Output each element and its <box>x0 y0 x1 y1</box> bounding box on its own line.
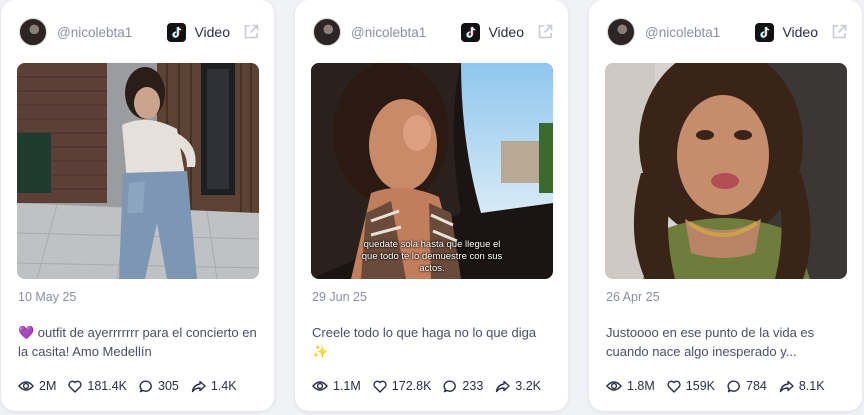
stats-row: 2M 181.4K 305 1.4K <box>18 377 249 395</box>
video-thumbnail[interactable] <box>605 63 847 279</box>
stats-row: 1.8M 159K 784 8.1K <box>606 377 837 395</box>
account-handle[interactable]: @nicolebta1 <box>645 25 755 40</box>
comment-icon <box>727 379 740 392</box>
card-header: @nicolebta1 Video <box>19 16 260 48</box>
avatar[interactable] <box>607 18 635 46</box>
heart-icon <box>373 380 387 393</box>
likes-stat: 172.8K <box>373 379 432 393</box>
views-stat: 2M <box>18 379 56 393</box>
share-icon <box>496 380 510 392</box>
comments-count: 233 <box>462 379 484 393</box>
comments-stat: 305 <box>139 379 179 393</box>
eye-icon <box>312 381 328 391</box>
avatar[interactable] <box>19 18 47 46</box>
stats-row: 1.1M 172.8K 233 3.2K <box>312 377 553 395</box>
platform-label: Video <box>194 24 230 40</box>
heart-icon <box>68 380 82 393</box>
eye-icon <box>18 381 34 391</box>
comments-count: 784 <box>746 379 767 393</box>
likes-stat: 181.4K <box>68 379 127 393</box>
video-caption-overlay: quedate sola hasta que llegue el que tod… <box>361 239 503 274</box>
card-header: @nicolebta1 Video <box>607 16 848 48</box>
external-link-icon[interactable] <box>536 23 554 41</box>
share-icon <box>191 380 206 392</box>
video-thumbnail[interactable]: quedate sola hasta que llegue el que tod… <box>311 63 553 279</box>
shares-count: 8.1K <box>798 379 825 393</box>
comments-stat: 784 <box>727 379 767 393</box>
comments-count: 305 <box>158 379 179 393</box>
likes-count: 159K <box>685 379 715 393</box>
account-handle[interactable]: @nicolebta1 <box>57 25 167 40</box>
views-count: 2M <box>39 379 57 393</box>
post-description: Justoooo en ese punto de la vida es cuan… <box>606 325 815 359</box>
external-link-icon[interactable] <box>242 23 260 41</box>
shares-stat: 3.2K <box>495 379 541 393</box>
platform-label: Video <box>488 24 524 40</box>
views-stat: 1.1M <box>312 379 361 393</box>
account-handle[interactable]: @nicolebta1 <box>351 25 461 40</box>
shares-stat: 1.4K <box>191 379 237 393</box>
post-date: 29 Jun 25 <box>312 290 367 304</box>
post-date: 10 May 25 <box>18 290 77 304</box>
tiktok-icon <box>461 22 481 42</box>
external-link-icon[interactable] <box>830 23 848 41</box>
avatar[interactable] <box>313 18 341 46</box>
heart-icon <box>667 380 681 393</box>
video-card[interactable]: @nicolebta1 Video 26 Apr 25 Justoooo en … <box>589 0 862 411</box>
shares-count: 3.2K <box>515 379 541 393</box>
comment-icon <box>139 379 152 392</box>
post-description: 💜 outfit de ayerrrrrrr para el concierto… <box>18 325 257 359</box>
comments-stat: 233 <box>443 379 483 393</box>
video-card[interactable]: @nicolebta1 Video <box>1 0 274 411</box>
share-icon <box>779 380 794 392</box>
post-date: 26 Apr 25 <box>606 290 660 304</box>
views-count: 1.8M <box>627 379 655 393</box>
tiktok-icon <box>755 22 775 42</box>
likes-count: 172.8K <box>391 379 432 393</box>
card-header: @nicolebta1 Video <box>313 16 554 48</box>
views-stat: 1.8M <box>606 379 655 393</box>
comment-icon <box>443 379 457 392</box>
views-count: 1.1M <box>333 379 361 393</box>
video-card[interactable]: @nicolebta1 Video <box>295 0 568 411</box>
shares-count: 1.4K <box>210 379 237 393</box>
tiktok-icon <box>167 22 187 42</box>
shares-stat: 8.1K <box>779 379 825 393</box>
video-thumbnail[interactable] <box>17 63 259 279</box>
likes-count: 181.4K <box>87 379 127 393</box>
post-description: Creele todo lo que haga no lo que diga ✨ <box>312 325 537 359</box>
likes-stat: 159K <box>667 379 715 393</box>
eye-icon <box>606 381 622 391</box>
platform-label: Video <box>782 24 818 40</box>
